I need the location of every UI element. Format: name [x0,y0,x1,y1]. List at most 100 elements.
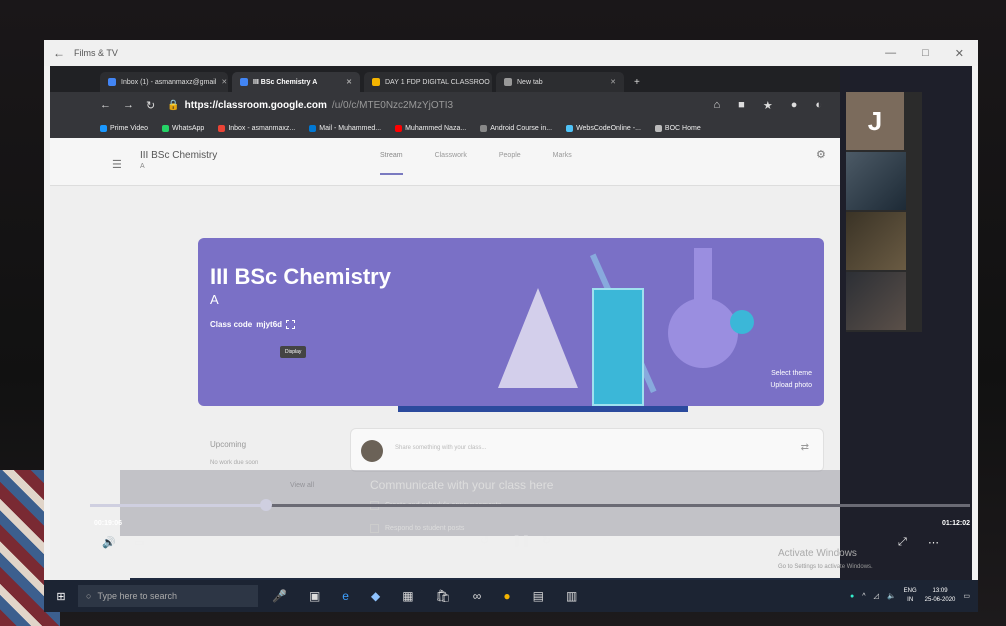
gear-icon[interactable]: ⚙ [816,148,826,161]
minimize-button[interactable]: — [885,47,896,60]
lock-icon: 🔒 [167,99,180,111]
url-host: https://classroom.google.com [184,99,327,111]
upload-photo-link[interactable]: Upload photo [770,380,812,392]
announcement-box[interactable]: Share something with your class... ⇄ [350,428,824,472]
round-flask-illustration [668,298,738,368]
star-icon[interactable]: ★ [763,99,773,112]
close-tab-icon[interactable]: ✕ [346,78,352,86]
volume-icon[interactable]: 🔊 [102,536,116,549]
participant-video[interactable] [846,272,906,330]
maximize-button[interactable]: □ [922,47,929,60]
mic-icon[interactable]: 🎤 [272,589,287,603]
network-icon[interactable]: ◿ [874,592,879,600]
notification-icon[interactable]: ▭ [963,592,970,600]
films-icon[interactable]: ▥ [566,589,577,603]
bookmark-item[interactable]: Inbox - asmanmaxz... [218,124,296,132]
lang-label: ENG [903,588,917,594]
cast-icon[interactable]: ▭ [134,536,144,549]
tab-classroom[interactable]: III BSc Chemistry A ✕ [232,72,360,92]
taskview-icon[interactable]: ▣ [309,589,320,603]
edge-icon[interactable]: e [342,589,349,603]
menu-icon[interactable]: ☰ [112,158,122,171]
clock[interactable]: 13:09 25-06-2020 [925,587,956,605]
tab-inbox[interactable]: Inbox (1) - asmanmaxz@gmail ✕ [100,72,228,92]
pause-icon[interactable]: ❚❚ [512,534,530,547]
class-section: A [140,163,145,170]
store-icon[interactable]: 🛍 [436,589,451,603]
fullscreen-toggle-icon[interactable]: ⤢ [898,536,907,549]
clock-date: 25-06-2020 [924,597,956,603]
bookmark-item[interactable]: Muhammed Naza... [395,124,467,132]
tab-stream[interactable]: Stream [380,152,403,175]
reload-icon[interactable]: ↻ [146,99,155,112]
new-tab-button[interactable]: + [628,72,646,92]
tab-classwork[interactable]: Classwork [435,152,467,175]
bookmark-item[interactable]: WhatsApp [162,124,205,132]
bookmark-label: Inbox - asmanmaxz... [228,124,296,132]
infinity-icon[interactable]: ∞ [473,589,482,603]
window-title: Films & TV [74,48,118,58]
chrome-icon[interactable]: ● [503,589,510,603]
url-path: /u/0/c/MTE0Nzc2MzYjOTI3 [331,99,454,111]
close-button[interactable]: ✕ [955,47,964,60]
class-banner: III BSc Chemistry A Class code mjyt6d Di… [198,238,824,406]
bookmark-item[interactable]: Mail - Muhammed... [309,124,381,132]
chevron-up-icon[interactable]: ^ [862,593,865,600]
seek-bar[interactable] [90,499,970,511]
extension2-icon[interactable]: ● [791,99,798,112]
participants-panel: J [846,92,922,332]
participant-initial[interactable]: J [846,92,904,150]
skip-back-icon[interactable]: ↺ [480,534,489,547]
tab-label: New tab [517,78,543,86]
bookmark-label: Android Course in... [490,124,553,132]
volume-icon[interactable]: 🔈 [887,592,896,600]
select-theme-link[interactable]: Select theme [770,368,812,380]
search-icon: ○ [86,591,92,601]
bookmark-label: BOC Home [664,124,701,132]
bookmark-icon [309,124,317,132]
back-arrow-icon[interactable]: ← [44,46,74,60]
banner-title: III BSc Chemistry [210,264,391,289]
dropbox-icon[interactable]: ◆ [371,589,380,603]
fullscreen-icon[interactable] [286,320,296,329]
repost-icon[interactable]: ⇄ [801,442,809,453]
bookmark-item[interactable]: Android Course in... [480,124,553,132]
participant-video[interactable] [846,152,906,210]
participant-video[interactable] [846,212,906,270]
tab-marks[interactable]: Marks [553,152,572,175]
bookmark-item[interactable]: Prime Video [100,124,148,132]
more-icon[interactable]: ⋯ [928,536,939,549]
upcoming-title: Upcoming [210,440,247,449]
windows-start-icon[interactable]: ⊞ [44,590,78,603]
system-tray: ● ^ ◿ 🔈 ENG IN 13:09 25-06-2020 ▭ [850,587,978,605]
bookmark-icon [218,124,226,132]
taskbar-search[interactable]: ○ Type here to search [78,585,258,607]
bookmark-item[interactable]: BOC Home [654,124,701,132]
back-icon[interactable]: ← [100,99,111,111]
announcement-placeholder[interactable]: Share something with your class... [395,445,486,451]
extension-icon[interactable]: ■ [738,99,745,112]
skip-forward-icon[interactable]: ↻ [542,534,551,547]
tab-newtab[interactable]: New tab ✕ [496,72,624,92]
round-flask-neck [694,248,712,304]
calendar-icon[interactable]: ▦ [402,589,413,603]
forward-icon[interactable]: → [123,99,134,111]
address-bar[interactable]: 🔒 https://classroom.google.com/u/0/c/MTE… [167,100,453,111]
bookmark-label: Muhammed Naza... [405,124,467,132]
bookmark-item[interactable]: WebsCodeOnline -... [566,124,641,132]
close-tab-icon[interactable]: ✕ [610,78,616,86]
bubble-illustration [730,310,754,334]
video-frame[interactable]: Inbox (1) - asmanmaxz@gmail ✕ III BSc Che… [50,66,972,612]
bookmark-label: WhatsApp [172,124,205,132]
classroom-page: ☰ III BSc Chemistry A Stream Classwork P… [50,138,840,612]
tab-fdp[interactable]: DAY 1 FDP DIGITAL CLASSROO✕ [364,72,492,92]
class-name[interactable]: III BSc Chemistry [140,150,217,161]
app-icon[interactable]: ▤ [533,589,544,603]
tab-people[interactable]: People [499,152,521,175]
translate-icon[interactable]: ⌂ [714,99,721,112]
seek-handle[interactable] [260,499,272,511]
close-tab-icon[interactable]: ✕ [221,78,227,86]
app-tray-icon[interactable]: ● [850,593,854,600]
language-indicator[interactable]: ENG IN [904,587,917,605]
profile-icon[interactable]: ◐ [815,99,822,112]
